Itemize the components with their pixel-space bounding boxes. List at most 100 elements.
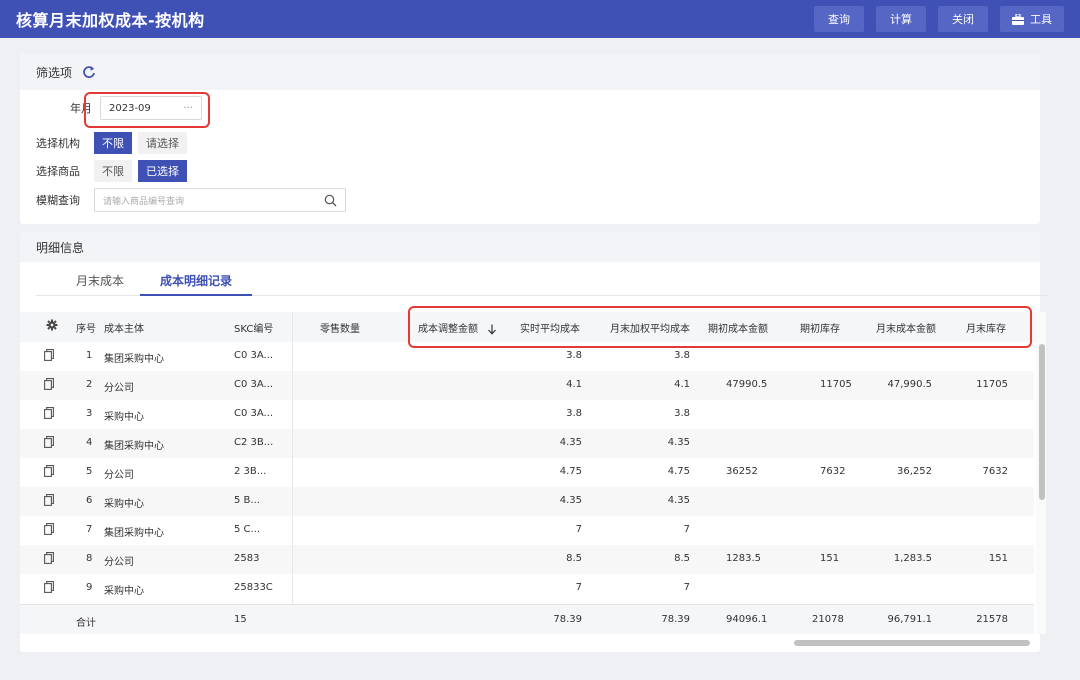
horizontal-scrollbar-thumb[interactable] [794,640,1030,646]
row-seq: 7 [86,524,93,535]
detail-tabs: 月末成本 成本明细记录 [36,268,1048,296]
column-settings-icon[interactable] [46,319,58,334]
row-weighted-avg-cost: 7 [683,524,690,535]
table-row[interactable]: 5 分公司 2 3B... 4.75 4.75 36252 7632 36,252 7632 [20,458,1034,487]
row-seq: 2 [86,379,93,390]
vertical-scrollbar-thumb[interactable] [1039,344,1045,500]
summary-skc-count: 15 [234,614,247,625]
row-weighted-avg-cost: 4.1 [674,379,690,390]
goods-options: 不限 已选择 [94,160,193,182]
row-weighted-avg-cost: 4.35 [667,437,690,448]
copy-icon[interactable] [44,552,54,564]
row-realtime-avg-cost: 4.35 [559,437,582,448]
frozen-column-divider [292,312,293,634]
row-weighted-avg-cost: 3.8 [674,408,690,419]
row-skc: 2583 [234,553,260,564]
row-seq: 9 [86,582,93,593]
row-realtime-avg-cost: 7 [575,524,582,535]
row-skc: C0 3A... [234,350,274,361]
row-realtime-avg-cost: 4.75 [559,466,582,477]
row-weighted-avg-cost: 4.75 [667,466,690,477]
goods-option-unlimited[interactable]: 不限 [94,160,132,182]
org-option-unlimited[interactable]: 不限 [94,132,132,154]
summary-row: 合计 15 78.39 78.39 94096.1 21078 96,791.1… [20,604,1034,634]
summary-weighted-avg: 78.39 [661,614,690,625]
highlight-year-month [84,92,210,128]
row-realtime-avg-cost: 3.8 [566,408,582,419]
row-skc: 5 B... [234,495,260,506]
row-weighted-avg-cost: 8.5 [674,553,690,564]
row-entity: 分公司 [104,470,134,481]
filter-panel: 筛选项 年月 2023-09 ··· 选择机构 不限 请选择 选择商品 不限 已… [20,54,1040,224]
row-opening-amount: 1283.5 [726,553,761,564]
row-skc: 5 C... [234,524,261,535]
row-opening-stock: 11705 [820,379,852,390]
row-seq: 1 [86,350,93,361]
row-skc: C2 3B... [234,437,274,448]
search-icon[interactable] [324,194,337,207]
copy-icon[interactable] [44,465,54,477]
col-skc: SKC编号 [234,324,274,335]
copy-icon[interactable] [44,523,54,535]
col-retail-qty: 零售数量 [320,324,360,335]
goods-row: 选择商品 不限 已选择 [36,160,193,182]
row-realtime-avg-cost: 3.8 [566,350,582,361]
tab-cost-detail-records[interactable]: 成本明细记录 [160,272,232,289]
summary-label: 合计 [76,618,96,629]
filter-title: 筛选项 [36,65,73,80]
table-row[interactable]: 1 集团采购中心 C0 3A... 3.8 3.8 [20,342,1034,371]
row-month-end-amount: 47,990.5 [887,379,932,390]
summary-month-end-amount: 96,791.1 [887,614,932,625]
row-month-end-amount: 36,252 [897,466,932,477]
org-row: 选择机构 不限 请选择 [36,132,193,154]
summary-opening-amount: 94096.1 [726,614,768,625]
table-row[interactable]: 9 采购中心 25833C 7 7 [20,574,1034,603]
row-month-end-amount: 1,283.5 [893,553,932,564]
tab-month-end-cost[interactable]: 月末成本 [76,272,124,289]
org-option-select[interactable]: 请选择 [138,132,187,154]
row-seq: 8 [86,553,93,564]
goods-option-selected[interactable]: 已选择 [138,160,187,182]
copy-icon[interactable] [44,407,54,419]
row-month-end-stock: 11705 [976,379,1008,390]
row-skc: 2 3B... [234,466,267,477]
close-button[interactable]: 关闭 [938,6,988,32]
summary-month-end-stock: 21578 [976,614,1008,625]
row-opening-stock: 7632 [820,466,846,477]
row-opening-stock: 151 [820,553,840,564]
row-skc: 25833C [234,582,273,593]
table-row[interactable]: 4 集团采购中心 C2 3B... 4.35 4.35 [20,429,1034,458]
toolbox-icon [1012,13,1024,25]
refresh-icon[interactable] [82,65,96,79]
row-seq: 4 [86,437,93,448]
active-tab-indicator [140,294,252,296]
fuzzy-search-row: 模糊查询 请输入商品编号查询 [36,188,346,212]
fuzzy-search-input[interactable]: 请输入商品编号查询 [94,188,346,212]
row-month-end-stock: 151 [988,553,1008,564]
row-opening-amount: 36252 [726,466,758,477]
org-options: 不限 请选择 [94,132,193,154]
copy-icon[interactable] [44,494,54,506]
row-realtime-avg-cost: 7 [575,582,582,593]
row-skc: C0 3A... [234,379,274,390]
fuzzy-search-placeholder: 请输入商品编号查询 [103,196,185,207]
table-row[interactable]: 6 采购中心 5 B... 4.35 4.35 [20,487,1034,516]
table-row[interactable]: 8 分公司 2583 8.5 8.5 1283.5 151 1,283.5 151 [20,545,1034,574]
col-seq: 序号 [76,324,96,335]
tools-button-label: 工具 [1030,13,1052,26]
row-entity: 集团采购中心 [104,441,164,452]
tools-button[interactable]: 工具 [1000,6,1064,32]
table-row[interactable]: 2 分公司 C0 3A... 4.1 4.1 47990.5 11705 47,990.5 11… [20,371,1034,400]
row-weighted-avg-cost: 4.35 [667,495,690,506]
copy-icon[interactable] [44,581,54,593]
row-entity: 采购中心 [104,586,144,597]
row-opening-amount: 47990.5 [726,379,768,390]
calculate-button[interactable]: 计算 [876,6,926,32]
table-row[interactable]: 3 采购中心 C0 3A... 3.8 3.8 [20,400,1034,429]
copy-icon[interactable] [44,349,54,361]
row-realtime-avg-cost: 4.35 [559,495,582,506]
table-row[interactable]: 7 集团采购中心 5 C... 7 7 [20,516,1034,545]
copy-icon[interactable] [44,378,54,390]
query-button[interactable]: 查询 [814,6,864,32]
copy-icon[interactable] [44,436,54,448]
